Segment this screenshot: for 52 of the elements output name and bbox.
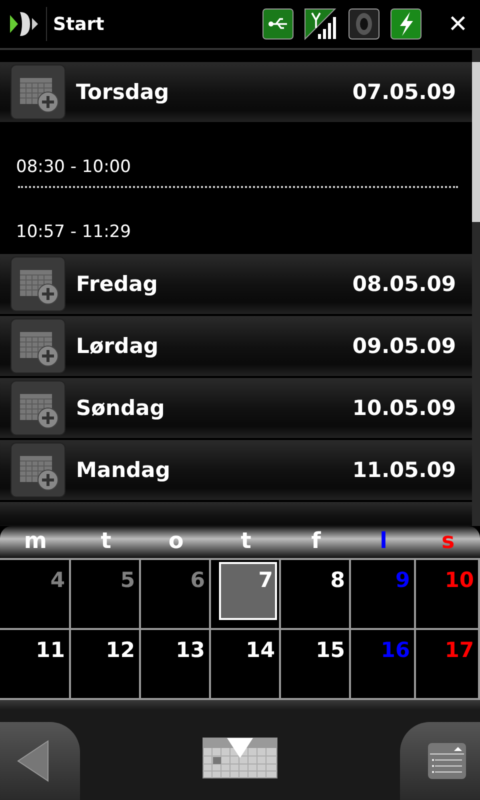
day-row[interactable]: Lørdag 09.05.09 — [0, 316, 472, 378]
add-calendar-icon[interactable] — [10, 380, 66, 436]
scroll-thumb[interactable] — [472, 62, 480, 222]
date-cell[interactable]: 7 — [219, 562, 277, 620]
usb-icon[interactable] — [262, 8, 294, 40]
add-calendar-icon[interactable] — [10, 318, 66, 374]
date-cell[interactable]: 13 — [143, 632, 207, 696]
date-cell[interactable]: 11 — [2, 632, 67, 696]
date-cell[interactable]: 17 — [418, 632, 476, 696]
weekday-label: f — [311, 529, 321, 555]
calendar-view-icon[interactable] — [202, 736, 278, 780]
weekday-label: t — [100, 529, 112, 555]
weekday-label: m — [24, 529, 47, 555]
event-time[interactable]: 10:57 - 11:29 — [16, 221, 462, 243]
weekday-label: o — [168, 529, 184, 555]
window-title: Start — [53, 14, 104, 34]
day-date: 10.05.09 — [352, 396, 456, 420]
day-date: 08.05.09 — [352, 272, 456, 296]
date-cell[interactable]: 4 — [2, 562, 67, 626]
menu-list-icon[interactable] — [428, 743, 466, 779]
signal-icon[interactable] — [304, 8, 338, 40]
add-calendar-icon[interactable] — [10, 64, 66, 120]
back-arrow-icon[interactable] — [16, 739, 50, 783]
weekday-label: s — [441, 529, 455, 555]
day-name: Søndag — [76, 396, 166, 420]
lightning-icon[interactable] — [390, 8, 422, 40]
scrollbar[interactable] — [472, 50, 480, 526]
date-cell[interactable]: 12 — [73, 632, 137, 696]
day-row[interactable]: Mandag 11.05.09 — [0, 440, 472, 502]
day-date: 11.05.09 — [352, 458, 456, 482]
speaker-icon[interactable] — [348, 8, 380, 40]
date-cell[interactable]: 6 — [143, 562, 207, 626]
date-cell[interactable]: 5 — [73, 562, 137, 626]
day-date: 07.05.09 — [352, 80, 456, 104]
day-date: 09.05.09 — [352, 334, 456, 358]
date-cell[interactable]: 14 — [213, 632, 277, 696]
add-calendar-icon[interactable] — [10, 256, 66, 312]
date-cell[interactable]: 8 — [283, 562, 347, 626]
close-button[interactable]: ✕ — [444, 10, 472, 38]
day-name: Lørdag — [76, 334, 160, 358]
day-row[interactable]: Fredag 08.05.09 — [0, 254, 472, 316]
date-cell[interactable]: 10 — [418, 562, 476, 626]
weekday-label: l — [380, 529, 388, 555]
weekday-label: t — [240, 529, 252, 555]
date-cell[interactable]: 15 — [283, 632, 347, 696]
event-time[interactable]: 08:30 - 10:00 — [16, 156, 462, 178]
day-row[interactable]: Torsdag 07.05.09 — [0, 62, 472, 124]
add-calendar-icon[interactable] — [10, 442, 66, 498]
day-name: Torsdag — [76, 80, 170, 104]
day-name: Fredag — [76, 272, 159, 296]
day-name: Mandag — [76, 458, 172, 482]
day-row[interactable]: Søndag 10.05.09 — [0, 378, 472, 440]
